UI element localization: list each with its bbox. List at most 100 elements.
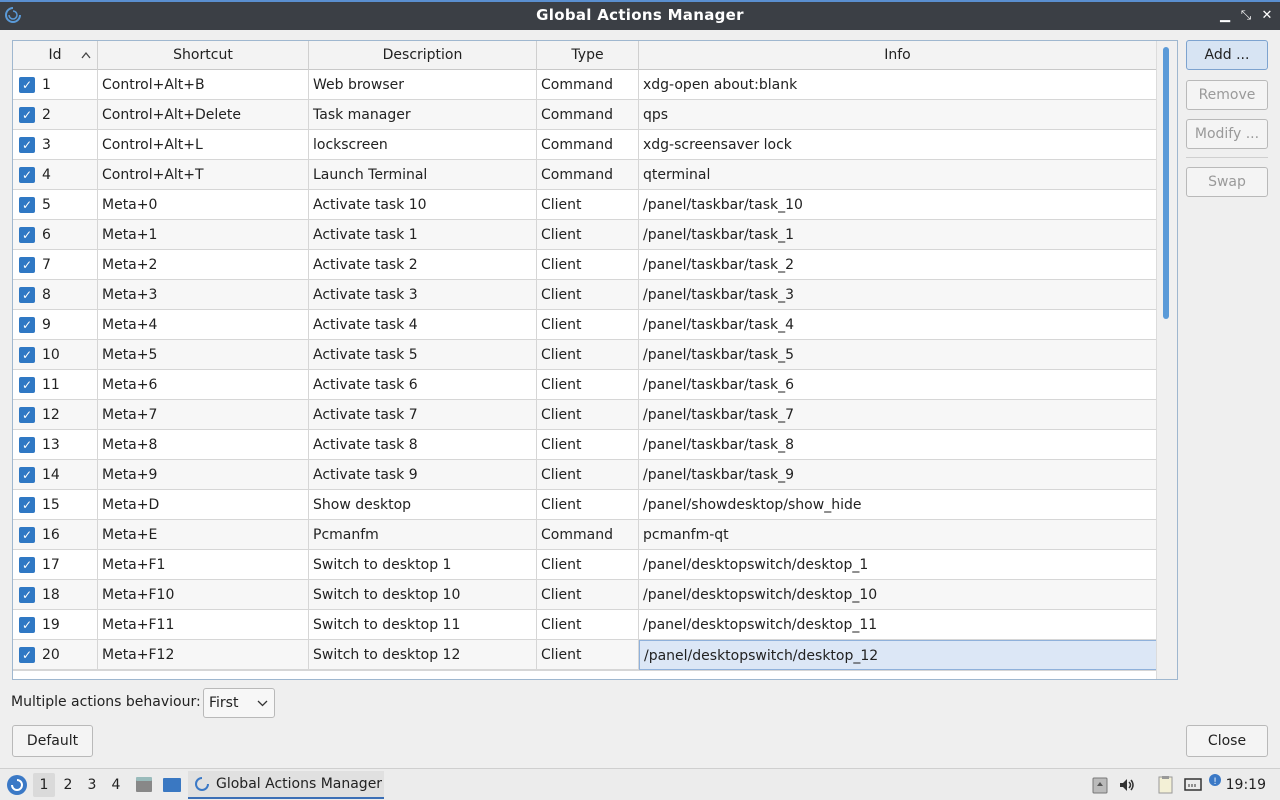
file-manager-icon[interactable] — [134, 775, 154, 795]
enabled-checkbox[interactable]: ✓ — [19, 647, 35, 663]
enabled-checkbox[interactable]: ✓ — [19, 587, 35, 603]
shortcut-cell[interactable]: Control+Alt+Delete — [98, 100, 309, 130]
id-cell[interactable]: ✓ 15 — [13, 490, 98, 520]
info-cell[interactable]: qterminal — [639, 160, 1156, 190]
description-cell[interactable]: Activate task 6 — [309, 370, 537, 400]
id-cell[interactable]: ✓ 9 — [13, 310, 98, 340]
type-cell[interactable]: Client — [537, 400, 639, 430]
id-cell[interactable]: ✓ 14 — [13, 460, 98, 490]
id-cell[interactable]: ✓ 2 — [13, 100, 98, 130]
info-cell[interactable]: /panel/desktopswitch/desktop_11 — [639, 610, 1156, 640]
description-cell[interactable]: Web browser — [309, 70, 537, 100]
info-cell[interactable]: /panel/desktopswitch/desktop_10 — [639, 580, 1156, 610]
table-row[interactable]: ✓ 6 Meta+1 Activate task 1 Client/panel/task… — [13, 220, 1156, 250]
shortcut-cell[interactable]: Meta+9 — [98, 460, 309, 490]
shortcut-cell[interactable]: Meta+E — [98, 520, 309, 550]
description-cell[interactable]: Switch to desktop 1 — [309, 550, 537, 580]
shortcut-cell[interactable]: Meta+F1 — [98, 550, 309, 580]
description-cell[interactable]: Switch to desktop 12 — [309, 640, 537, 670]
enabled-checkbox[interactable]: ✓ — [19, 77, 35, 93]
show-desktop-icon[interactable] — [162, 775, 182, 795]
column-header-shortcut[interactable]: Shortcut — [98, 41, 309, 70]
id-cell[interactable]: ✓ 3 — [13, 130, 98, 160]
info-cell[interactable]: /panel/taskbar/task_6 — [639, 370, 1156, 400]
id-cell[interactable]: ✓ 7 — [13, 250, 98, 280]
shortcut-cell[interactable]: Control+Alt+B — [98, 70, 309, 100]
enabled-checkbox[interactable]: ✓ — [19, 317, 35, 333]
info-cell[interactable]: /panel/taskbar/task_7 — [639, 400, 1156, 430]
id-cell[interactable]: ✓ 6 — [13, 220, 98, 250]
info-cell[interactable]: /panel/desktopswitch/desktop_1 — [639, 550, 1156, 580]
type-cell[interactable]: Client — [537, 190, 639, 220]
shortcut-cell[interactable]: Meta+8 — [98, 430, 309, 460]
type-cell[interactable]: Client — [537, 250, 639, 280]
table-row[interactable]: ✓ 11 Meta+6 Activate task 6 Client/panel/tas… — [13, 370, 1156, 400]
clipboard-icon[interactable] — [1156, 775, 1176, 795]
start-menu-icon[interactable] — [6, 774, 28, 796]
enabled-checkbox[interactable]: ✓ — [19, 407, 35, 423]
enabled-checkbox[interactable]: ✓ — [19, 197, 35, 213]
modify-button[interactable]: Modify ... — [1186, 119, 1268, 149]
shortcut-cell[interactable]: Meta+F11 — [98, 610, 309, 640]
enabled-checkbox[interactable]: ✓ — [19, 137, 35, 153]
description-cell[interactable]: Activate task 4 — [309, 310, 537, 340]
table-row[interactable]: ✓ 17 Meta+F1 Switch to desktop 1 Client/pane… — [13, 550, 1156, 580]
column-header-id[interactable]: Id — [13, 41, 98, 70]
enabled-checkbox[interactable]: ✓ — [19, 377, 35, 393]
remove-button[interactable]: Remove — [1186, 80, 1268, 110]
description-cell[interactable]: Activate task 8 — [309, 430, 537, 460]
id-cell[interactable]: ✓ 19 — [13, 610, 98, 640]
desktop-switch-3[interactable]: 3 — [81, 773, 103, 797]
id-cell[interactable]: ✓ 18 — [13, 580, 98, 610]
id-cell[interactable]: ✓ 17 — [13, 550, 98, 580]
type-cell[interactable]: Client — [537, 490, 639, 520]
close-button[interactable]: Close — [1186, 725, 1268, 757]
id-cell[interactable]: ✓ 20 — [13, 640, 98, 670]
info-cell[interactable]: /panel/desktopswitch/desktop_12 — [639, 640, 1156, 670]
maximize-button[interactable]: ⤡ — [1235, 5, 1257, 27]
id-cell[interactable]: ✓ 5 — [13, 190, 98, 220]
shortcut-cell[interactable]: Meta+5 — [98, 340, 309, 370]
description-cell[interactable]: Task manager — [309, 100, 537, 130]
enabled-checkbox[interactable]: ✓ — [19, 107, 35, 123]
description-cell[interactable]: Activate task 9 — [309, 460, 537, 490]
description-cell[interactable]: Show desktop — [309, 490, 537, 520]
info-cell[interactable]: pcmanfm-qt — [639, 520, 1156, 550]
table-row[interactable]: ✓ 13 Meta+8 Activate task 8 Client/panel/tas… — [13, 430, 1156, 460]
description-cell[interactable]: lockscreen — [309, 130, 537, 160]
enabled-checkbox[interactable]: ✓ — [19, 527, 35, 543]
shortcut-cell[interactable]: Meta+1 — [98, 220, 309, 250]
update-notification-icon[interactable]: ! — [1208, 773, 1222, 787]
enabled-checkbox[interactable]: ✓ — [19, 347, 35, 363]
type-cell[interactable]: Command — [537, 130, 639, 160]
id-cell[interactable]: ✓ 10 — [13, 340, 98, 370]
info-cell[interactable]: xdg-open about:blank — [639, 70, 1156, 100]
enabled-checkbox[interactable]: ✓ — [19, 467, 35, 483]
description-cell[interactable]: Activate task 5 — [309, 340, 537, 370]
table-row[interactable]: ✓ 18 Meta+F10 Switch to desktop 10 Client/pa… — [13, 580, 1156, 610]
table-row[interactable]: ✓ 16 Meta+E Pcmanfm Command pcmanfm-qt — [13, 520, 1156, 550]
shortcut-cell[interactable]: Meta+6 — [98, 370, 309, 400]
description-cell[interactable]: Pcmanfm — [309, 520, 537, 550]
id-cell[interactable]: ✓ 4 — [13, 160, 98, 190]
id-cell[interactable]: ✓ 1 — [13, 70, 98, 100]
shortcut-cell[interactable]: Control+Alt+L — [98, 130, 309, 160]
info-cell[interactable]: /panel/taskbar/task_3 — [639, 280, 1156, 310]
description-cell[interactable]: Launch Terminal — [309, 160, 537, 190]
shortcut-cell[interactable]: Meta+F10 — [98, 580, 309, 610]
table-row[interactable]: ✓ 10 Meta+5 Activate task 5 Client/panel/tas… — [13, 340, 1156, 370]
shortcut-cell[interactable]: Control+Alt+T — [98, 160, 309, 190]
description-cell[interactable]: Activate task 3 — [309, 280, 537, 310]
column-header-type[interactable]: Type — [537, 41, 639, 70]
taskbar-window-global-actions[interactable]: Global Actions Manager — [188, 771, 384, 799]
type-cell[interactable]: Command — [537, 70, 639, 100]
table-row[interactable]: ✓ 20 Meta+F12 Switch to desktop 12 Client/pa… — [13, 640, 1156, 670]
vertical-scrollbar[interactable] — [1156, 41, 1177, 679]
description-cell[interactable]: Activate task 10 — [309, 190, 537, 220]
column-header-description[interactable]: Description — [309, 41, 537, 70]
type-cell[interactable]: Client — [537, 610, 639, 640]
desktop-switch-4[interactable]: 4 — [105, 773, 127, 797]
table-row[interactable]: ✓ 19 Meta+F11 Switch to desktop 11 Client/pa… — [13, 610, 1156, 640]
id-cell[interactable]: ✓ 8 — [13, 280, 98, 310]
id-cell[interactable]: ✓ 12 — [13, 400, 98, 430]
